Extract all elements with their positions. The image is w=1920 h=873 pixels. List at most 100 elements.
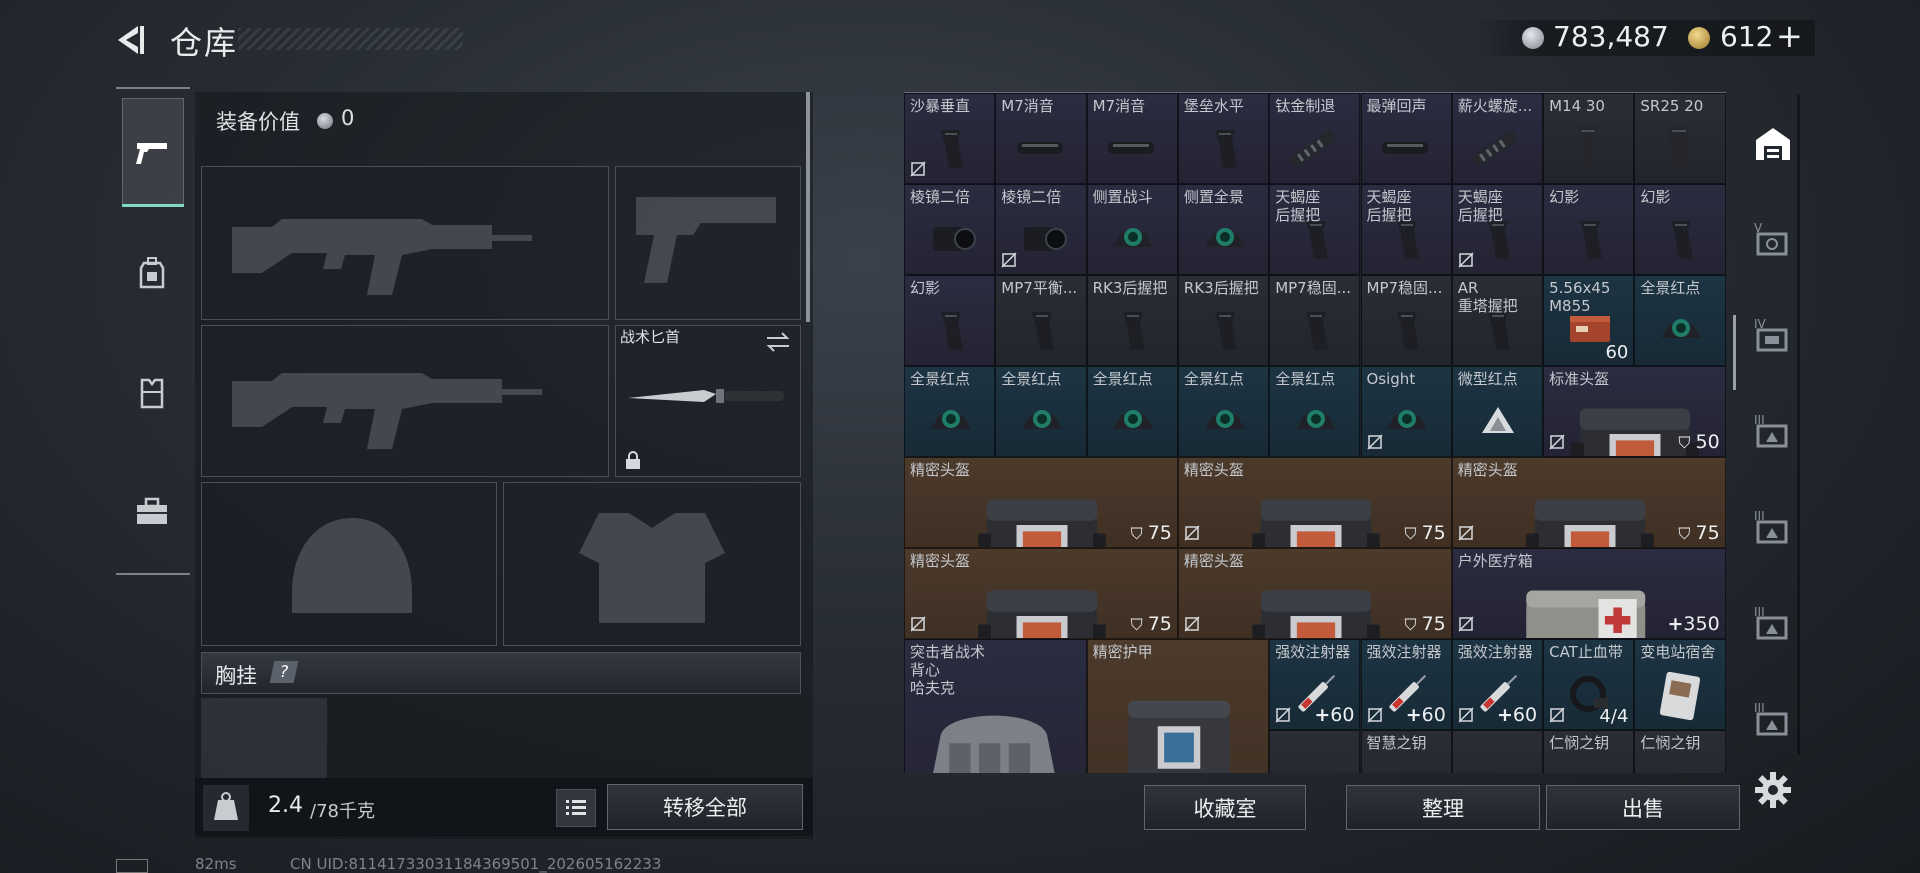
grid-item[interactable]: 户外医疗箱 +350 [1451, 548, 1726, 639]
primary-weapon-slot[interactable] [201, 166, 609, 320]
grid-item[interactable]: AR 重塔握把 [1451, 275, 1544, 366]
storage-iv-icon[interactable]: IV [1748, 310, 1798, 360]
list-view-button[interactable] [556, 789, 596, 827]
pistol-slot[interactable] [615, 166, 801, 320]
nav-backpack-tab[interactable] [122, 236, 182, 308]
grid-item[interactable]: 仁悯之钥 [1634, 730, 1726, 774]
grid-item[interactable]: M7消音 [1086, 93, 1178, 184]
grid-item[interactable]: 精密护甲 [1086, 639, 1270, 773]
grid-item[interactable]: 突击者战术背心 哈夫克 [904, 639, 1087, 773]
item-name: 全景红点 [1640, 279, 1701, 297]
grid-item[interactable]: M7消音 [995, 93, 1087, 184]
grid-item[interactable]: 全景红点 [1177, 366, 1270, 457]
stash-scrollbar[interactable] [1733, 315, 1736, 390]
grid-item[interactable]: SR25 20 [1634, 93, 1726, 184]
pistol-silhouette-icon [636, 197, 776, 283]
equipment-scrollbar[interactable] [806, 92, 810, 322]
grid-item[interactable]: 智慧之钥 [1360, 730, 1452, 773]
grid-item[interactable] [1451, 730, 1544, 773]
grid-item[interactable]: CAT止血带 4/4 [1543, 639, 1635, 730]
key-icon [1641, 753, 1721, 774]
durability-number: 75 [1147, 522, 1172, 544]
grid-item[interactable]: 幻影 [904, 275, 996, 366]
storage-iii-icon[interactable]: III [1748, 502, 1798, 552]
grid-item[interactable]: 钛金制退 [1269, 93, 1361, 184]
grid-item[interactable]: 天蝎座 后握把 [1451, 184, 1544, 275]
transfer-all-button[interactable]: 转移全部 [607, 784, 803, 830]
body-armor-slot[interactable] [503, 482, 801, 646]
grid-item[interactable]: 强效注射器 +60 [1269, 639, 1361, 730]
grid-item[interactable]: RK3后握把 [1177, 275, 1270, 366]
grid-item[interactable]: MP7稳固... [1269, 275, 1361, 366]
grid-item[interactable] [1269, 730, 1361, 773]
grid-item[interactable]: 精密头盔 ⛉ 75 [1177, 548, 1452, 639]
storage-iii-icon[interactable]: III [1748, 406, 1798, 456]
grid-item[interactable]: 全景红点 [904, 366, 996, 457]
grid-item[interactable]: 侧置战斗 [1086, 184, 1178, 275]
grid-item[interactable]: 精密头盔 ⛉ 75 [904, 457, 1178, 548]
heal-value: +60 [1314, 704, 1354, 726]
stack-count: 4/4 [1599, 706, 1629, 727]
grip-icon [1031, 311, 1054, 350]
grid-item[interactable]: M14 30 [1543, 93, 1635, 184]
grid-item[interactable]: 强效注射器 +60 [1360, 639, 1452, 730]
grid-item[interactable]: 变电站宿舍 [1634, 639, 1726, 730]
chest-help-button[interactable]: ? [269, 661, 299, 683]
settings-gear-icon[interactable] [1752, 769, 1794, 811]
grid-item[interactable]: Osight [1360, 366, 1452, 457]
not-favorited-icon [1275, 707, 1291, 723]
storage-iii-icon[interactable]: III [1748, 598, 1798, 648]
stash-grid: 沙暴垂直 M7消音 M7消音 堡垒水平 钛金制退 最弹回声 薪火螺旋... M14 30 SR2… [904, 93, 1726, 773]
suppressor-icon [1108, 141, 1155, 154]
helmet-icon [978, 590, 1106, 638]
sell-button[interactable]: 出售 [1546, 785, 1740, 830]
swap-icon[interactable] [764, 331, 792, 353]
grid-item[interactable]: 全景红点 [995, 366, 1087, 457]
secondary-weapon-slot[interactable] [201, 325, 609, 477]
nav-weapons-tab[interactable] [122, 98, 184, 206]
knife-slot[interactable] [615, 325, 801, 477]
grid-item[interactable]: 棱镜二倍 [995, 184, 1087, 275]
grid-item[interactable]: RK3后握把 [1086, 275, 1178, 366]
durability-number: 75 [1421, 522, 1446, 544]
grid-item[interactable]: 天蝎座 后握把 [1360, 184, 1452, 275]
grid-item[interactable]: 精密头盔 ⛉ 75 [1177, 457, 1452, 548]
grid-item[interactable]: 强效注射器 +60 [1451, 639, 1544, 730]
grid-item[interactable]: 精密头盔 ⛉ 75 [904, 548, 1178, 639]
grid-item[interactable]: MP7平衡... [995, 275, 1087, 366]
grid-item[interactable]: 全景红点 [1269, 366, 1361, 457]
chest-rig-slot[interactable] [201, 698, 327, 778]
nav-vest-tab[interactable] [122, 356, 182, 428]
grid-item[interactable]: 5.56x45 M855 60 [1543, 275, 1635, 366]
helmet-icon [978, 499, 1106, 547]
add-currency-button[interactable]: + [1776, 17, 1803, 55]
grid-item[interactable]: 最弹回声 [1360, 93, 1452, 184]
grid-item[interactable]: 堡垒水平 [1177, 93, 1270, 184]
grid-item[interactable]: 沙暴垂直 [904, 93, 996, 184]
grid-item[interactable]: 幻影 [1634, 184, 1726, 275]
grid-item[interactable]: 薪火螺旋... [1451, 93, 1544, 184]
grid-item[interactable]: 幻影 [1543, 184, 1635, 275]
item-name: 精密头盔 [910, 552, 971, 570]
armor-silhouette-icon [579, 513, 725, 623]
collection-room-button[interactable]: 收藏室 [1144, 785, 1306, 830]
key-icon [1550, 753, 1630, 774]
storage-iii-icon[interactable]: III [1748, 694, 1798, 744]
grid-item[interactable]: 全景红点 [1086, 366, 1178, 457]
helmet-slot[interactable] [201, 482, 497, 646]
grid-item[interactable]: 天蝎座 后握把 [1269, 184, 1361, 275]
grid-item[interactable]: 全景红点 [1634, 275, 1726, 366]
grid-item[interactable]: MP7稳固... [1360, 275, 1452, 366]
nav-case-tab[interactable] [122, 476, 182, 548]
grid-item[interactable]: 微型红点 [1451, 366, 1544, 457]
organize-button[interactable]: 整理 [1346, 785, 1540, 830]
grid-item[interactable]: 精密头盔 ⛉ 75 [1451, 457, 1726, 548]
storage-v-icon[interactable]: V [1748, 214, 1798, 264]
back-arrow-icon[interactable] [112, 22, 148, 58]
grid-item[interactable]: 标准头盔 ⛉ 50 [1543, 366, 1726, 457]
grid-item[interactable]: 侧置全景 [1177, 184, 1270, 275]
nav-active-indicator [122, 204, 184, 207]
grid-item[interactable]: 棱镜二倍 [904, 184, 996, 275]
warehouse-icon[interactable] [1748, 118, 1798, 168]
grid-item[interactable]: 仁悯之钥 [1543, 730, 1635, 774]
